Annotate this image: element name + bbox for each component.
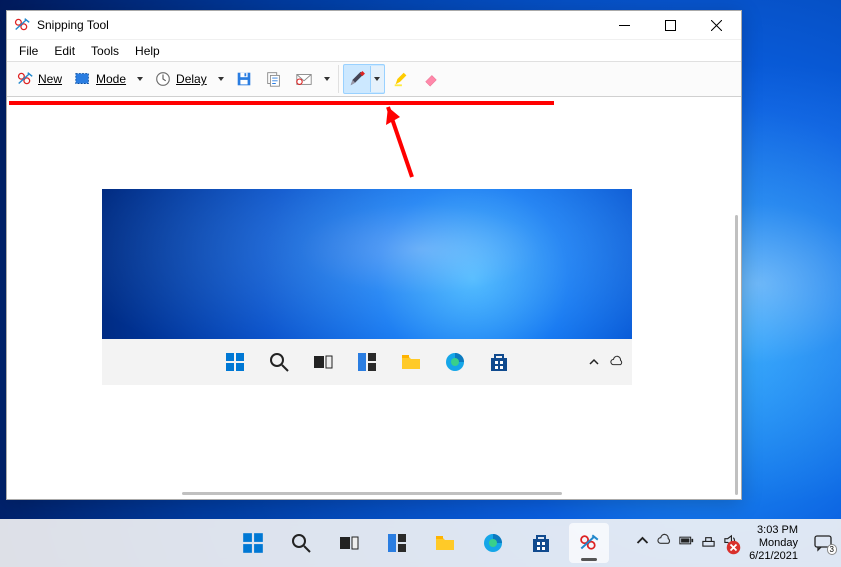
titlebar: Snipping Tool	[7, 11, 741, 39]
menu-edit[interactable]: Edit	[46, 42, 83, 60]
taskbar-store[interactable]	[521, 523, 561, 563]
notifications-button[interactable]: 3	[811, 531, 835, 555]
scissors-icon	[16, 70, 34, 88]
snip-taskview-icon	[312, 351, 334, 373]
taskbar-widgets[interactable]	[377, 523, 417, 563]
pen-tool-selected[interactable]	[343, 64, 385, 94]
eraser-button[interactable]	[417, 65, 445, 93]
notification-badge: 3	[827, 544, 837, 555]
pen-icon	[348, 70, 366, 88]
snip-store-icon	[488, 351, 510, 373]
snip-edge-icon	[444, 351, 466, 373]
mode-dropdown[interactable]	[133, 75, 147, 83]
taskbar-explorer[interactable]	[425, 523, 465, 563]
new-label: New	[38, 72, 62, 86]
snipping-tool-icon	[13, 16, 31, 34]
snipping-tool-window: Snipping Tool File Edit Tools Help New M…	[6, 10, 742, 500]
clock-time: 3:03 PM	[749, 524, 798, 537]
copy-button[interactable]	[260, 65, 288, 93]
mode-label: Mode	[96, 72, 126, 86]
menu-tools[interactable]: Tools	[83, 42, 127, 60]
tray-chevron-icon[interactable]	[635, 533, 650, 553]
rectangle-mode-icon	[74, 70, 92, 88]
copy-icon	[265, 70, 283, 88]
menu-file[interactable]: File	[11, 42, 46, 60]
tray-battery-icon[interactable]	[679, 533, 694, 553]
annotation-red-line	[9, 101, 554, 105]
delay-dropdown[interactable]	[214, 75, 228, 83]
delay-button[interactable]: Delay	[149, 65, 212, 93]
vertical-scrollbar[interactable]	[735, 215, 738, 495]
tray-network-icon[interactable]	[701, 533, 716, 553]
taskbar-edge[interactable]	[473, 523, 513, 563]
maximize-button[interactable]	[647, 11, 693, 39]
taskbar-taskview[interactable]	[329, 523, 369, 563]
minimize-button[interactable]	[601, 11, 647, 39]
annotation-red-arrow	[380, 105, 420, 190]
envelope-icon	[295, 70, 313, 88]
horizontal-scrollbar[interactable]	[182, 492, 562, 495]
snip-canvas-area	[7, 97, 741, 499]
menu-help[interactable]: Help	[127, 42, 168, 60]
taskbar-search[interactable]	[281, 523, 321, 563]
highlighter-icon	[392, 70, 410, 88]
delay-label: Delay	[176, 72, 207, 86]
clock-icon	[154, 70, 172, 88]
system-tray: 3:03 PM Monday 6/21/2021 3	[635, 524, 835, 563]
snip-widgets-icon	[356, 351, 378, 373]
taskbar-clock[interactable]: 3:03 PM Monday 6/21/2021	[745, 524, 804, 563]
toolbar-separator	[338, 65, 339, 93]
snip-start-icon	[224, 351, 246, 373]
windows-taskbar: 3:03 PM Monday 6/21/2021 3	[0, 519, 841, 567]
snip-explorer-icon	[400, 351, 422, 373]
toolbar: New Mode Delay	[7, 61, 741, 97]
clock-day: Monday	[749, 537, 798, 550]
snip-wallpaper	[102, 189, 632, 339]
tray-volume-icon[interactable]	[723, 533, 738, 553]
save-icon	[235, 70, 253, 88]
captured-snip[interactable]	[102, 189, 632, 385]
send-dropdown[interactable]	[320, 75, 334, 83]
tray-onedrive-icon[interactable]	[657, 533, 672, 553]
menubar: File Edit Tools Help	[7, 39, 741, 61]
snip-taskbar	[102, 339, 632, 385]
pen-button[interactable]	[344, 65, 370, 93]
snip-tray-chevron-icon	[588, 356, 600, 368]
new-button[interactable]: New	[11, 65, 67, 93]
send-button[interactable]	[290, 65, 318, 93]
eraser-icon	[422, 70, 440, 88]
window-title: Snipping Tool	[37, 18, 109, 32]
taskbar-snipping-tool[interactable]	[569, 523, 609, 563]
taskbar-start[interactable]	[233, 523, 273, 563]
mode-button[interactable]: Mode	[69, 65, 131, 93]
snip-search-icon	[268, 351, 290, 373]
save-button[interactable]	[230, 65, 258, 93]
snip-tray-onedrive-icon	[610, 355, 624, 369]
pen-dropdown[interactable]	[370, 66, 384, 92]
highlighter-button[interactable]	[387, 65, 415, 93]
close-button[interactable]	[693, 11, 739, 39]
clock-date: 6/21/2021	[749, 550, 798, 563]
